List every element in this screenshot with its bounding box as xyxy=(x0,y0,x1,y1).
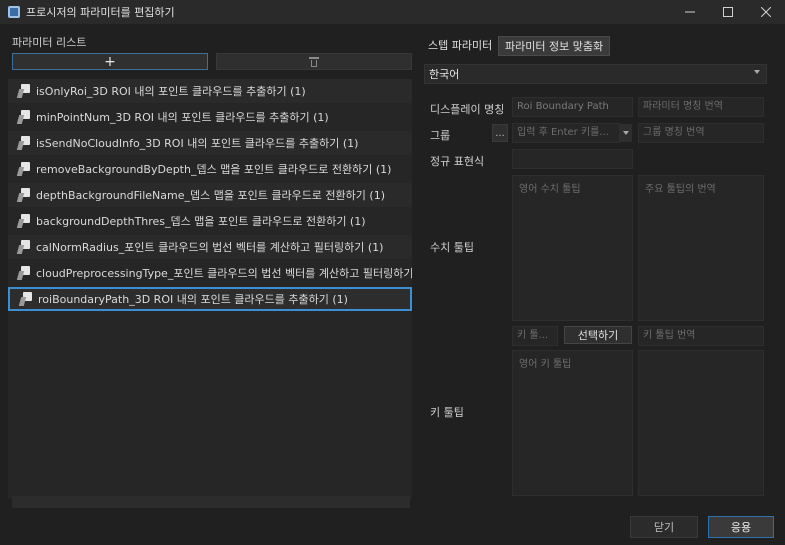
list-item[interactable]: depthBackgroundFileName_뎁스 맵을 포인트 클라우드로 … xyxy=(8,183,412,207)
list-item-label: removeBackgroundByDepth_뎁스 맵을 포인트 클라우드로 … xyxy=(36,163,392,176)
horizontal-scrollbar[interactable] xyxy=(12,496,410,508)
title-bar: 프로시저의 파라미터를 편집하기 xyxy=(0,0,785,24)
close-button[interactable]: 닫기 xyxy=(630,516,698,538)
tab-customize-parameter-info[interactable]: 파라미터 정보 맞춤화 xyxy=(498,36,611,56)
group-more-button[interactable]: ... xyxy=(492,124,508,142)
group-dropdown-button[interactable] xyxy=(620,124,632,142)
language-select[interactable]: 한국어 xyxy=(424,64,767,84)
key-tooltip-translation-textarea[interactable] xyxy=(638,350,764,496)
parameter-icon xyxy=(18,188,31,202)
display-name-translation-field[interactable]: 파라미터 명칭 번역 xyxy=(638,97,764,117)
key-tooltip-translation-field[interactable]: 키 툴팁 번역 xyxy=(638,326,764,346)
list-item[interactable]: cloudPreprocessingType_포인트 클라우드의 법선 벡터를 … xyxy=(8,261,412,285)
regex-label: 정규 표현식 xyxy=(430,155,485,168)
parameter-list: isOnlyRoi_3D ROI 내의 포인트 클라우드를 추출하기 (1) m… xyxy=(8,79,412,499)
display-name-field[interactable]: Roi Boundary Path xyxy=(512,97,633,117)
english-key-tooltip-textarea[interactable]: 영어 키 툴팁 xyxy=(512,350,633,496)
regex-field[interactable] xyxy=(512,149,633,169)
language-value: 한국어 xyxy=(429,68,460,81)
list-item-label: depthBackgroundFileName_뎁스 맵을 포인트 클라우드로 … xyxy=(36,189,385,202)
parameter-icon xyxy=(18,266,31,280)
parameter-icon xyxy=(18,110,31,124)
group-label: 그룹 xyxy=(430,129,451,142)
select-button[interactable]: 선택하기 xyxy=(564,326,632,344)
group-input[interactable]: 입력 후 Enter 키를... xyxy=(512,123,620,143)
parameter-list-panel: 파라미터 리스트 + isOnlyRoi_3D ROI 내의 포인트 클라우드를… xyxy=(8,24,412,515)
maximize-button[interactable] xyxy=(709,0,747,24)
group-translation-field[interactable]: 그룹 명칭 번역 xyxy=(638,123,764,143)
minimize-icon xyxy=(685,11,695,13)
list-item[interactable]: backgroundDepthThres_뎁스 맵을 포인트 클라우드로 전환하… xyxy=(8,209,412,233)
parameter-icon xyxy=(18,136,31,150)
list-item-label: minPointNum_3D ROI 내의 포인트 클라우드를 추출하기 (1) xyxy=(36,111,329,124)
list-item-label: backgroundDepthThres_뎁스 맵을 포인트 클라우드로 전환하… xyxy=(36,215,366,228)
display-name-label: 디스플레이 명칭 xyxy=(430,103,505,116)
list-item-label: cloudPreprocessingType_포인트 클라우드의 법선 벡터를 … xyxy=(36,267,412,280)
maximize-icon xyxy=(723,7,733,17)
parameter-info-panel: 스텝 파라미터 파라미터 정보 맞춤화 한국어 디스플레이 명칭 Roi Bou… xyxy=(418,24,785,545)
minimize-button[interactable] xyxy=(671,0,709,24)
trash-icon xyxy=(309,56,319,67)
delete-parameter-button[interactable] xyxy=(216,53,412,70)
close-window-button[interactable] xyxy=(747,0,785,24)
list-item-selected[interactable]: roiBoundaryPath_3D ROI 내의 포인트 클라우드를 추출하기… xyxy=(8,287,412,311)
value-tooltip-label: 수치 툴팁 xyxy=(430,241,474,254)
list-item[interactable]: isSendNoCloudInfo_3D ROI 내의 포인트 클라우드를 추출… xyxy=(8,131,412,155)
english-tooltip-textarea[interactable]: 영어 수치 툴팁 xyxy=(512,175,633,321)
window-title: 프로시저의 파라미터를 편집하기 xyxy=(26,6,175,19)
apply-button[interactable]: 응용 xyxy=(708,516,774,538)
parameter-icon xyxy=(18,240,31,254)
list-item[interactable]: removeBackgroundByDepth_뎁스 맵을 포인트 클라우드로 … xyxy=(8,157,412,181)
tab-step-parameters[interactable]: 스텝 파라미터 xyxy=(422,36,498,56)
parameter-icon xyxy=(18,162,31,176)
parameter-icon xyxy=(18,214,31,228)
parameter-list-label: 파라미터 리스트 xyxy=(12,36,87,49)
list-item[interactable]: calNormRadius_포인트 클라우드의 법선 벡터를 계산하고 필터링하… xyxy=(8,235,412,259)
chevron-down-icon xyxy=(754,70,760,74)
key-tooltip-input[interactable]: 키 툴... xyxy=(512,326,558,346)
list-item-label: roiBoundaryPath_3D ROI 내의 포인트 클라우드를 추출하기… xyxy=(38,293,348,306)
list-item-label: calNormRadius_포인트 클라우드의 법선 벡터를 계산하고 필터링하… xyxy=(36,241,384,254)
parameter-icon xyxy=(20,292,33,306)
key-tooltip-label: 키 툴팁 xyxy=(430,406,464,419)
parameter-icon xyxy=(18,84,31,98)
tooltip-translation-textarea[interactable]: 주요 툴팁의 번역 xyxy=(638,175,764,321)
window-controls xyxy=(671,0,785,24)
close-icon xyxy=(761,7,771,17)
add-parameter-button[interactable]: + xyxy=(12,53,208,70)
list-item[interactable]: minPointNum_3D ROI 내의 포인트 클라우드를 추출하기 (1) xyxy=(8,105,412,129)
list-item[interactable]: isOnlyRoi_3D ROI 내의 포인트 클라우드를 추출하기 (1) xyxy=(8,79,412,103)
list-item-label: isSendNoCloudInfo_3D ROI 내의 포인트 클라우드를 추출… xyxy=(36,137,359,150)
list-item-label: isOnlyRoi_3D ROI 내의 포인트 클라우드를 추출하기 (1) xyxy=(36,85,306,98)
app-icon xyxy=(8,6,20,18)
